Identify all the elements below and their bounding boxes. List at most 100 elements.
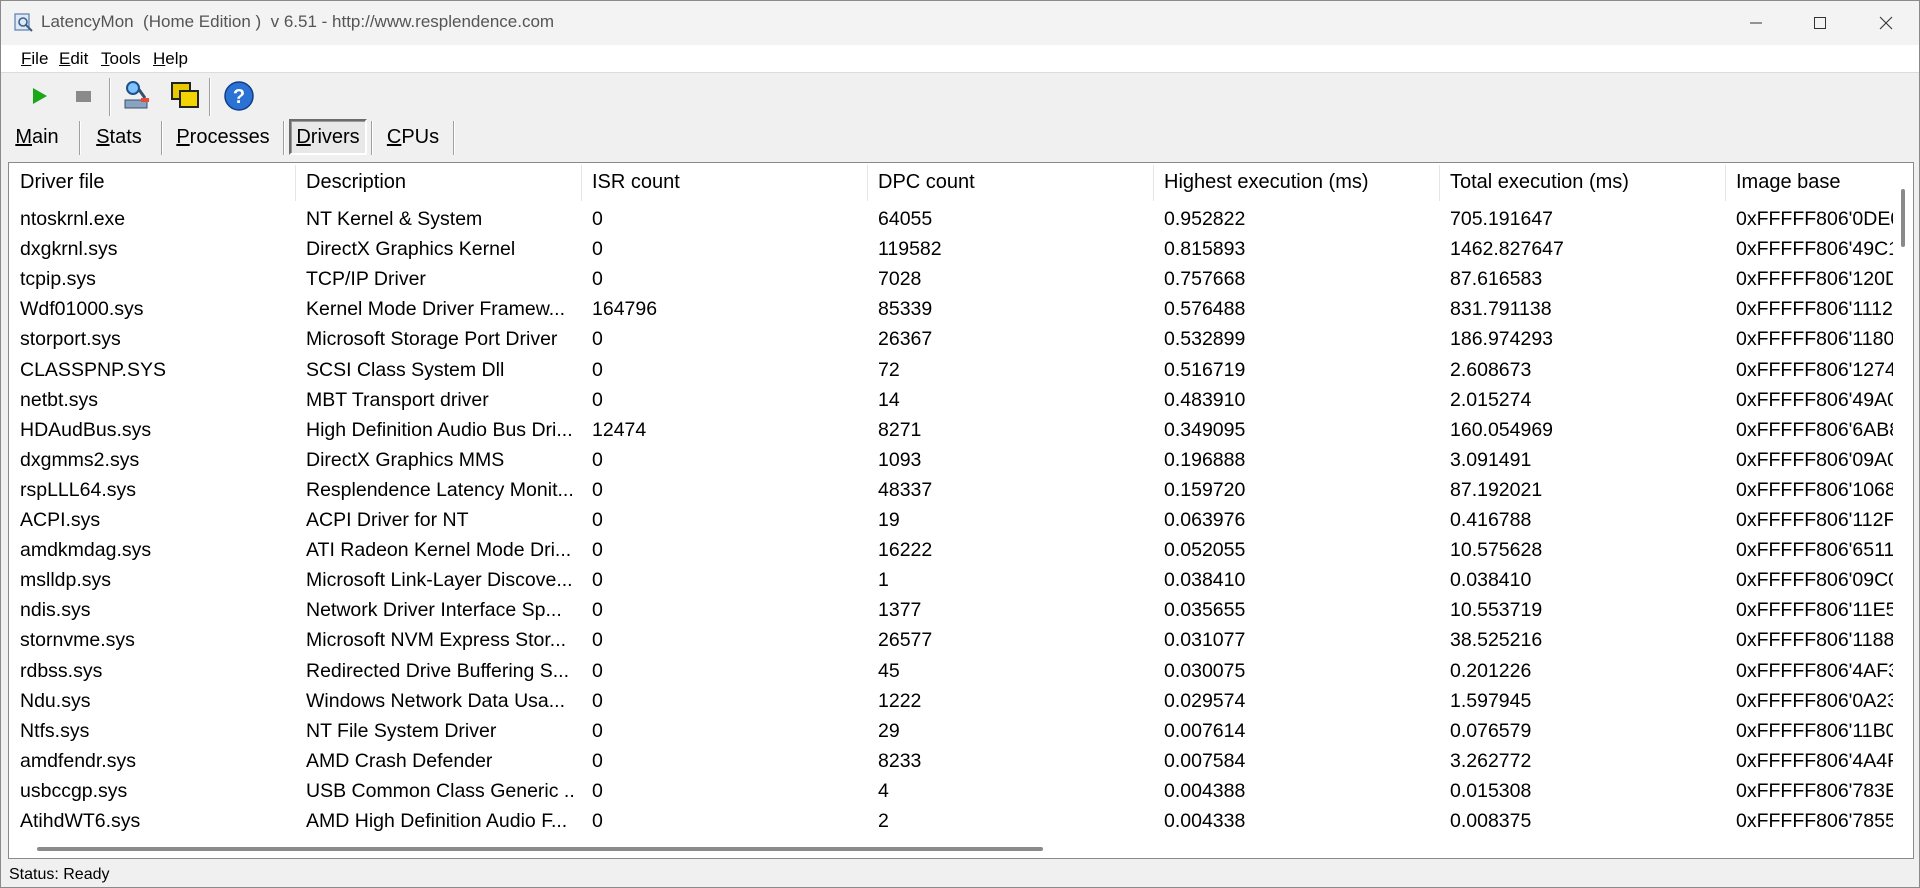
tab-processes[interactable]: Processes xyxy=(171,119,275,155)
column-header-total-execution[interactable]: Total execution (ms) xyxy=(1450,171,1720,194)
table-cell: 0 xyxy=(592,448,603,471)
table-row[interactable]: netbt.sys MBT Transport driver 0 14 0.483910… xyxy=(9,386,1898,416)
maximize-icon xyxy=(1814,17,1826,29)
table-cell: 0.416788 xyxy=(1450,509,1532,531)
table-cell: 0 xyxy=(592,328,603,351)
vertical-scrollbar-thumb[interactable] xyxy=(1901,189,1905,247)
table-cell: 4 xyxy=(878,779,889,802)
table-cell: 0xFFFFF806'11E5 xyxy=(1736,599,1897,622)
table-cell: Kernel Mode Driver Framew... xyxy=(306,298,565,321)
table-cell: 0xFFFFF806'1274 xyxy=(1736,358,1896,381)
column-header-description[interactable]: Description xyxy=(306,171,576,194)
horizontal-scrollbar-thumb[interactable] xyxy=(37,847,1043,851)
search-tool-button[interactable] xyxy=(119,78,155,114)
table-row[interactable]: dxgkrnl.sys DirectX Graphics Kernel 0 11958… xyxy=(9,235,1899,265)
column-divider[interactable] xyxy=(867,165,868,201)
table-cell: 2.015274 xyxy=(1450,388,1532,411)
maximize-button[interactable] xyxy=(1787,1,1853,45)
table-cell: 64055 xyxy=(878,208,933,230)
minimize-button[interactable] xyxy=(1723,1,1789,45)
status-text: Status: Ready xyxy=(9,866,110,883)
help-button[interactable]: ? xyxy=(221,78,257,114)
table-cell: 0 xyxy=(592,238,603,261)
table-row[interactable]: rdbss.sys Redirected Drive Buffering S...… xyxy=(9,657,1899,687)
drivers-table[interactable]: Driver file Description ISR count DPC co… xyxy=(8,162,1914,859)
table-row[interactable]: dxgmms2.sys DirectX Graphics MMS 0 1093 0.19… xyxy=(9,446,1898,476)
table-row[interactable]: ntoskrnl.exe NT Kernel & System 0 64055 0.95… xyxy=(9,205,1901,235)
close-icon xyxy=(1879,16,1893,30)
table-cell: 0xFFFFF806'0DE0 xyxy=(1736,208,1902,230)
table-row[interactable]: amdfendr.sys AMD Crash Defender 0 8233 0.007… xyxy=(9,747,1899,777)
table-cell: tcpip.sys xyxy=(20,268,96,291)
column-divider[interactable] xyxy=(581,165,582,201)
menu-tools[interactable]: Tools xyxy=(101,49,141,69)
column-header-driver-file[interactable]: Driver file xyxy=(20,171,290,194)
copy-window-button[interactable] xyxy=(167,78,203,114)
menu-help[interactable]: Help xyxy=(153,49,188,69)
table-cell: 0xFFFFF806'6511 xyxy=(1736,539,1895,562)
horizontal-scrollbar[interactable] xyxy=(9,839,1893,858)
column-divider[interactable] xyxy=(1439,165,1440,201)
table-cell: storport.sys xyxy=(20,328,121,351)
column-header-isr-count[interactable]: ISR count xyxy=(592,171,862,194)
table-row[interactable]: stornvme.sys Microsoft NVM Express Stor..… xyxy=(9,626,1894,656)
table-header: Driver file Description ISR count DPC co… xyxy=(9,163,1889,203)
menu-edit[interactable]: Edit xyxy=(59,49,88,69)
start-monitoring-button[interactable] xyxy=(21,78,57,114)
table-row[interactable]: Ntfs.sys NT File System Driver 0 29 0.007614… xyxy=(9,717,1897,747)
table-cell: 0.030075 xyxy=(1164,659,1246,682)
table-row[interactable]: CLASSPNP.SYS SCSI Class System Dll 0 72 0.51… xyxy=(9,356,1896,386)
table-cell: 0.576488 xyxy=(1164,298,1246,321)
table-cell: HDAudBus.sys xyxy=(20,418,152,441)
table-row[interactable]: ACPI.sys ACPI Driver for NT 0 19 0.063976 0.4… xyxy=(9,506,1895,536)
column-divider[interactable] xyxy=(1725,165,1726,201)
column-header-image-base[interactable]: Image base xyxy=(1736,171,1896,194)
tab-drivers[interactable]: Drivers xyxy=(289,119,367,155)
table-cell: DirectX Graphics MMS xyxy=(306,448,505,471)
menu-help-label: Help xyxy=(153,49,188,68)
table-cell: 0 xyxy=(592,208,603,230)
table-cell: 38.525216 xyxy=(1450,629,1543,652)
table-row[interactable]: usbccgp.sys USB Common Class Generic ... 0… xyxy=(9,777,1898,807)
column-header-dpc-count[interactable]: DPC count xyxy=(878,171,1148,194)
table-cell: 0.029574 xyxy=(1164,689,1246,712)
table-row[interactable]: tcpip.sys TCP/IP Driver 0 7028 0.757668 87.61… xyxy=(9,265,1899,295)
table-cell: 0.159720 xyxy=(1164,478,1246,501)
close-button[interactable] xyxy=(1853,1,1919,45)
tab-cpus-label: CPUs xyxy=(386,125,440,148)
table-cell: 0.052055 xyxy=(1164,539,1246,562)
table-row[interactable]: ndis.sys Network Driver Interface Sp... 0 1… xyxy=(9,596,1897,626)
tab-separator xyxy=(161,121,163,155)
table-row[interactable]: storport.sys Microsoft Storage Port Drive… xyxy=(9,325,1894,355)
table-cell: Redirected Drive Buffering S... xyxy=(306,659,570,682)
title-bar[interactable]: LatencyMon (Home Edition ) v 6.51 - http… xyxy=(1,1,1919,45)
column-divider[interactable] xyxy=(1153,165,1154,201)
tab-cpus[interactable]: CPUs xyxy=(381,119,445,155)
stop-monitoring-button[interactable] xyxy=(65,78,101,114)
table-cell: 831.791138 xyxy=(1450,298,1552,321)
table-cell: amdfendr.sys xyxy=(20,749,136,772)
table-row[interactable]: AtihdWT6.sys AMD High Definition Audio F.… xyxy=(9,807,1896,837)
table-row[interactable]: amdkmdag.sys ATI Radeon Kernel Mode Dri..… xyxy=(9,536,1894,566)
tab-main[interactable]: Main xyxy=(7,119,67,155)
table-cell: 0.516719 xyxy=(1164,358,1246,381)
tab-stats[interactable]: Stats xyxy=(89,119,149,155)
table-cell: 0.007614 xyxy=(1164,719,1246,742)
table-row[interactable]: Ndu.sys Windows Network Data Usa... 0 1222 0… xyxy=(9,687,1898,717)
tab-processes-label: Processes xyxy=(176,125,270,148)
menu-tools-label: Tools xyxy=(101,49,141,68)
table-cell: 10.575628 xyxy=(1450,539,1543,562)
column-divider[interactable] xyxy=(295,165,296,201)
table-cell: Resplendence Latency Monit... xyxy=(306,478,574,501)
vertical-scrollbar[interactable] xyxy=(1893,163,1913,839)
table-row[interactable]: Wdf01000.sys Kernel Mode Driver Framew...… xyxy=(9,295,1893,325)
menu-file[interactable]: File xyxy=(21,49,48,69)
table-cell: 48337 xyxy=(878,478,933,501)
table-row[interactable]: rspLLL64.sys Resplendence Latency Monit..… xyxy=(9,476,1896,506)
table-cell: 0.038410 xyxy=(1164,569,1246,592)
toolbar-separator xyxy=(109,78,111,116)
table-cell: 0 xyxy=(592,689,603,712)
table-row[interactable]: mslldp.sys Microsoft Link-Layer Discove..… xyxy=(9,566,1899,596)
table-row[interactable]: HDAudBus.sys High Definition Audio Bus Dr… xyxy=(9,416,1900,446)
column-header-highest-execution[interactable]: Highest execution (ms) xyxy=(1164,171,1434,194)
